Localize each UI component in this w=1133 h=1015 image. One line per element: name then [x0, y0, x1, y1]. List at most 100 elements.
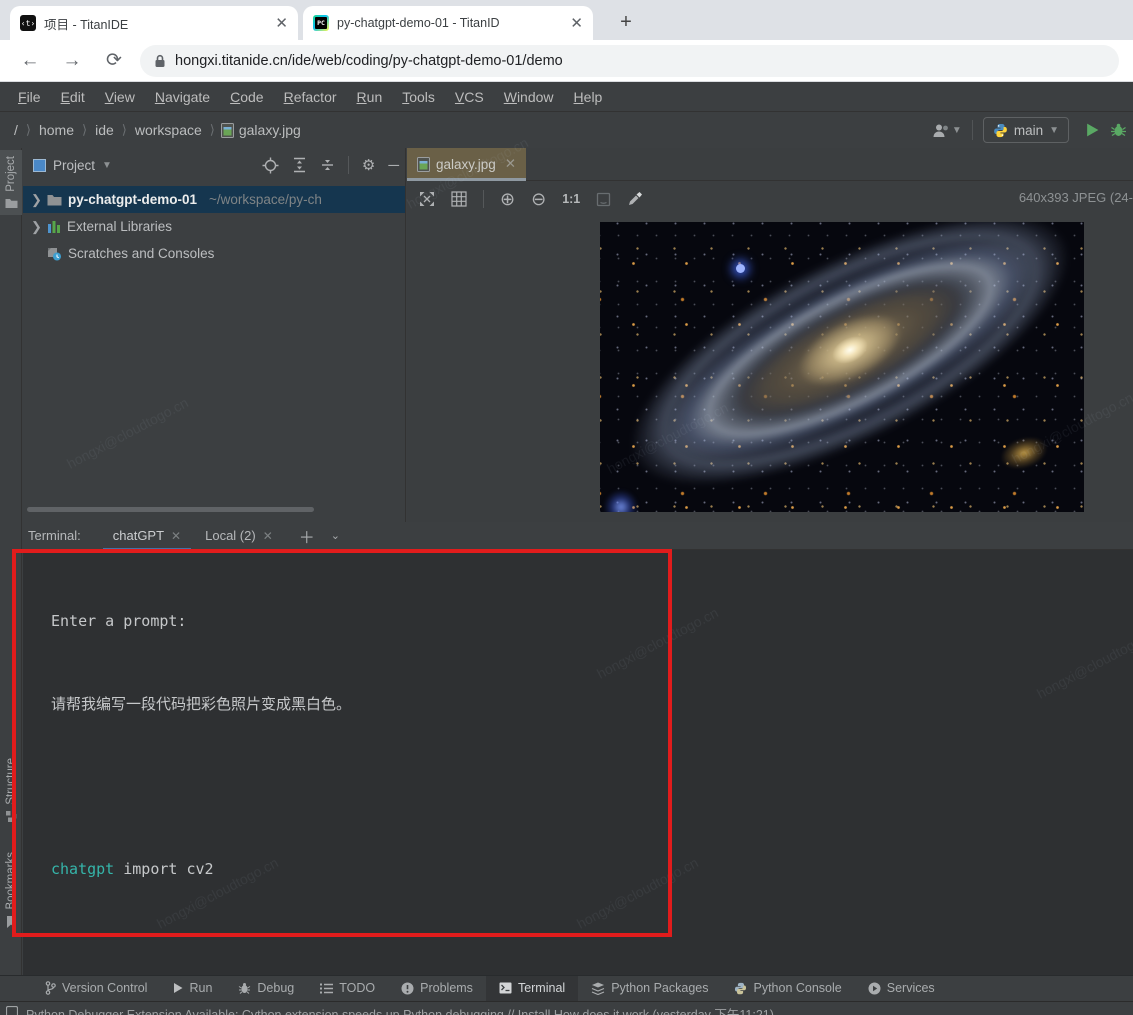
breadcrumb-workspace[interactable]: workspace	[133, 122, 204, 138]
tab-close-icon[interactable]: ✕	[263, 529, 273, 543]
statusbar-python-console[interactable]: Python Console	[721, 976, 854, 1001]
tab-close-icon[interactable]: ✕	[570, 14, 583, 32]
statusbar-label: TODO	[339, 981, 376, 995]
browser-tab-strip: ‹t› 项目 - TitanIDE ✕ PC py-chatgpt-demo-0…	[0, 0, 1133, 40]
menu-vcs[interactable]: VCS	[445, 89, 494, 105]
browser-toolbar: ← → ⟳ hongxi.titanide.cn/ide/web/coding/…	[0, 40, 1133, 82]
statusbar-debug[interactable]: Debug	[225, 976, 307, 1001]
locate-file-icon[interactable]	[262, 157, 279, 174]
tree-row-external-libraries[interactable]: ❯ External Libraries	[23, 213, 405, 240]
run-widgets: ▼ main ▼	[932, 112, 1127, 148]
tree-row-scratches[interactable]: Scratches and Consoles	[23, 240, 405, 267]
breadcrumb-file[interactable]: galaxy.jpg	[220, 122, 301, 138]
tab-close-icon[interactable]: ✕	[171, 529, 181, 543]
packages-icon	[591, 982, 605, 995]
chevron-down-icon[interactable]: ⌄	[331, 529, 340, 542]
menu-window[interactable]: Window	[494, 89, 564, 105]
terminal-tab-chatgpt[interactable]: chatGPT ✕	[101, 522, 193, 550]
status-bar: Version Control Run Debug TODO Problems …	[0, 975, 1133, 1001]
galaxy-image	[600, 222, 1084, 512]
statusbar-terminal[interactable]: Terminal	[485, 975, 579, 1001]
image-info-label: 640x393 JPEG (24-	[1018, 190, 1133, 205]
grid-icon[interactable]	[451, 191, 467, 207]
menu-file[interactable]: File	[8, 89, 51, 105]
tree-label: Scratches and Consoles	[68, 246, 215, 261]
breadcrumb-separator: ⟩	[82, 122, 88, 137]
reload-icon[interactable]: ⟳	[102, 49, 126, 72]
statusbar-problems[interactable]: Problems	[388, 976, 486, 1001]
menu-code[interactable]: Code	[220, 89, 273, 105]
hide-panel-icon[interactable]: ─	[388, 157, 399, 174]
folder-icon	[47, 194, 62, 205]
chevron-right-icon[interactable]: ❯	[31, 219, 42, 235]
breadcrumb-root[interactable]: /	[12, 122, 20, 138]
new-session-icon[interactable]: ＋	[299, 524, 315, 548]
horizontal-scrollbar[interactable]	[27, 507, 314, 512]
image-file-icon	[417, 156, 430, 172]
menu-tools[interactable]: Tools	[392, 89, 445, 105]
statusbar-version-control[interactable]: Version Control	[32, 976, 160, 1001]
menu-edit[interactable]: Edit	[51, 89, 95, 105]
menu-help[interactable]: Help	[564, 89, 613, 105]
tree-row-project-root[interactable]: ❯ py-chatgpt-demo-01 ~/workspace/py-ch	[23, 186, 405, 213]
forward-icon[interactable]: →	[60, 50, 84, 72]
stripe-bookmarks-label: Bookmarks	[5, 852, 17, 910]
breadcrumb-home[interactable]: home	[37, 122, 76, 138]
breadcrumb-separator: ⟩	[121, 122, 127, 137]
project-tool-window: Project ▼ ⚙ ─ ❯ py-chatgpt-demo-01 ~/wor…	[23, 148, 406, 522]
stripe-structure-button[interactable]: Structure	[0, 752, 22, 828]
terminal-tab-local[interactable]: Local (2) ✕	[193, 522, 285, 550]
breadcrumb-ide[interactable]: ide	[93, 122, 116, 138]
python-icon	[735, 982, 747, 994]
scratches-icon	[48, 247, 61, 260]
terminal-output[interactable]: Enter a prompt: 请帮我编写一段代码把彩色照片变成黑白色。 cha…	[23, 553, 1133, 1015]
notification-bar: Python Debugger Extension Available: Cyt…	[0, 1001, 1133, 1015]
tab-close-icon[interactable]: ✕	[505, 156, 516, 172]
statusbar-python-packages[interactable]: Python Packages	[578, 976, 721, 1001]
browser-tab-titanide[interactable]: ‹t› 项目 - TitanIDE ✕	[10, 6, 298, 40]
actual-size-label[interactable]: 1:1	[562, 192, 580, 206]
stripe-bookmarks-button[interactable]: Bookmarks	[0, 846, 22, 934]
debug-button[interactable]	[1110, 122, 1127, 138]
editor-tab-galaxy[interactable]: galaxy.jpg ✕	[407, 148, 527, 181]
menu-run[interactable]: Run	[347, 89, 393, 105]
editor-area: galaxy.jpg ✕ ⊕ ⊖ 1:1 640x393 JPEG (24-	[407, 148, 1133, 522]
tab-close-icon[interactable]: ✕	[275, 14, 288, 32]
new-tab-button[interactable]: +	[612, 8, 640, 36]
project-view-icon	[33, 158, 46, 172]
breadcrumb-separator: ⟩	[209, 122, 215, 137]
color-picker-icon[interactable]	[627, 191, 643, 207]
bookmark-icon	[7, 915, 15, 928]
chevron-down-icon[interactable]: ▼	[102, 160, 112, 171]
run-button[interactable]	[1085, 122, 1100, 138]
menu-refactor[interactable]: Refactor	[274, 89, 347, 105]
project-panel-title[interactable]: Project	[53, 158, 95, 173]
gear-icon[interactable]: ⚙	[362, 156, 375, 174]
bug-icon	[239, 982, 251, 994]
zoom-in-icon[interactable]: ⊕	[500, 189, 515, 210]
statusbar-run[interactable]: Run	[160, 976, 225, 1001]
notification-text[interactable]: Python Debugger Extension Available: Cyt…	[26, 1004, 774, 1015]
zoom-to-fit-icon[interactable]	[419, 191, 435, 207]
address-bar[interactable]: hongxi.titanide.cn/ide/web/coding/py-cha…	[140, 44, 1119, 77]
chevron-right-icon[interactable]: ❯	[31, 192, 42, 208]
back-icon[interactable]: ←	[18, 50, 42, 72]
image-editor-toolbar: ⊕ ⊖ 1:1 640x393 JPEG (24-	[407, 181, 1133, 217]
fit-zoom-icon[interactable]	[596, 192, 611, 207]
tab-title: py-chatgpt-demo-01 - TitanID	[337, 16, 500, 30]
statusbar-label: Debug	[257, 981, 295, 995]
image-file-icon	[220, 122, 234, 138]
statusbar-services[interactable]: Services	[855, 976, 948, 1001]
menu-view[interactable]: View	[95, 89, 145, 105]
statusbar-todo[interactable]: TODO	[307, 976, 388, 1001]
stripe-project-button[interactable]: Project	[0, 150, 22, 215]
zoom-out-icon[interactable]: ⊖	[531, 189, 546, 210]
browser-tab-pycharm[interactable]: PC py-chatgpt-demo-01 - TitanID ✕	[303, 6, 593, 40]
collapse-all-icon[interactable]	[320, 157, 335, 173]
expand-all-icon[interactable]	[292, 157, 307, 173]
menu-navigate[interactable]: Navigate	[145, 89, 220, 105]
user-menu-button[interactable]: ▼	[932, 123, 962, 138]
run-config-selector[interactable]: main ▼	[982, 117, 1069, 143]
